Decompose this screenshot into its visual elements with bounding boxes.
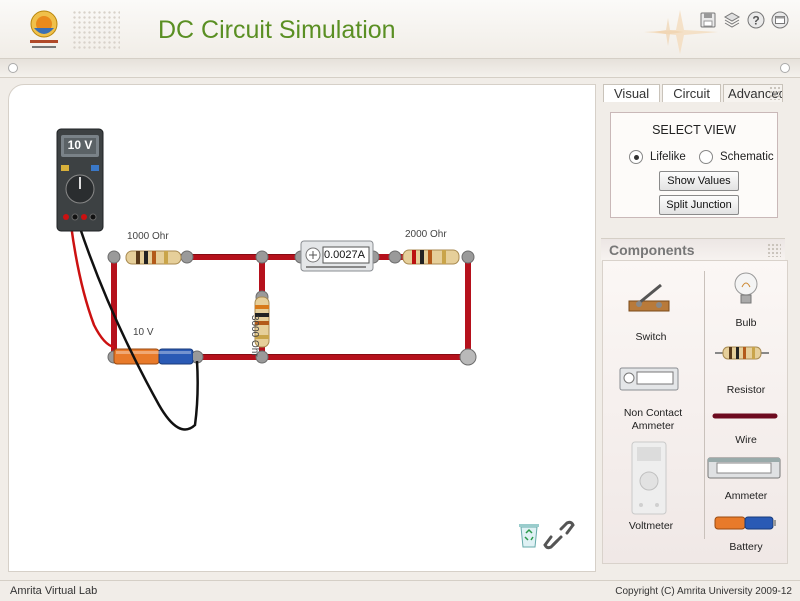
layers-icon[interactable]	[722, 10, 742, 30]
noncontact-ammeter-icon[interactable]	[619, 367, 679, 391]
amrita-logo	[30, 10, 58, 48]
footer-copyright: Copyright (C) Amrita University 2009-12	[615, 586, 792, 597]
voltmeter-icon[interactable]	[631, 441, 667, 515]
window-icon[interactable]	[770, 10, 790, 30]
component-wire-label[interactable]: Wire	[721, 434, 771, 446]
split-junction-button[interactable]: Split Junction	[659, 195, 739, 215]
resistor-2000-label: 2000 Ohr	[405, 229, 447, 240]
radio-lifelike-label: Lifelike	[650, 151, 686, 163]
components-title: Components	[609, 242, 695, 258]
components-grip	[767, 243, 781, 257]
footer-left-text: Amrita Virtual Lab	[10, 585, 98, 597]
save-icon[interactable]	[698, 10, 718, 30]
components-palette: Switch Bulb Resistor Non Contact Ammeter…	[602, 260, 788, 564]
top-strip	[0, 58, 800, 78]
strip-dot-right	[780, 63, 790, 73]
component-resistor-label[interactable]: Resistor	[721, 384, 771, 396]
wires[interactable]	[111, 254, 471, 360]
component-ammeter-label[interactable]: Ammeter	[721, 490, 771, 502]
resistor-1000-label: 1000 Ohr	[127, 231, 169, 242]
multimeter-display: 10 V	[67, 138, 93, 152]
battery-label: 10 V	[133, 327, 154, 338]
ammeter-reading: 0.0027A	[324, 249, 365, 261]
component-noncontact-ammeter-label[interactable]: Non Contact Ammeter	[607, 407, 699, 433]
tab-circuit[interactable]: Circuit	[662, 84, 722, 102]
component-battery-label[interactable]: Battery	[721, 541, 771, 553]
svg-text:?: ?	[752, 14, 759, 28]
resistor-3000-label: 3000 Ohr	[249, 315, 260, 357]
wire-icon[interactable]	[711, 411, 779, 421]
app-header: DC Circuit Simulation ?	[0, 0, 800, 58]
circuit-canvas[interactable]: 10 V 1000 Ohr 2000 Ohr 3000 Ohr 10 V 0.0…	[8, 84, 596, 572]
strip-dot-left	[8, 63, 18, 73]
bulb-icon[interactable]	[731, 271, 761, 305]
link-icon[interactable]	[543, 520, 575, 550]
footer: Amrita Virtual Lab Copyright (C) Amrita …	[0, 580, 800, 601]
header-dot-pattern	[72, 10, 120, 50]
palette-divider	[704, 271, 705, 539]
junction-nodes[interactable]	[107, 250, 477, 366]
circuit-drawing	[56, 128, 575, 550]
component-voltmeter-label[interactable]: Voltmeter	[621, 520, 681, 532]
radio-schematic-label: Schematic	[720, 151, 774, 163]
resistor-1000[interactable]	[125, 250, 182, 265]
radio-lifelike-button[interactable]	[629, 150, 643, 164]
resistor-icon[interactable]	[715, 345, 769, 361]
components-header: Components	[601, 238, 785, 261]
control-panel: Visual Circuit Advanced SELECT VIEW Life…	[601, 84, 788, 570]
tab-visual[interactable]: Visual	[603, 84, 661, 102]
component-bulb-label[interactable]: Bulb	[721, 317, 771, 329]
component-switch-label[interactable]: Switch	[621, 331, 681, 343]
panel-grip	[769, 86, 783, 100]
radio-lifelike[interactable]: Lifelike	[629, 150, 686, 164]
switch-icon[interactable]	[627, 281, 671, 315]
resistor-2000[interactable]	[402, 249, 460, 265]
select-view-box: SELECT VIEW Lifelike Schematic Show Valu…	[610, 112, 778, 218]
battery-icon[interactable]	[713, 515, 777, 531]
select-view-title: SELECT VIEW	[652, 123, 736, 137]
ammeter-icon[interactable]	[707, 457, 781, 479]
page-title: DC Circuit Simulation	[158, 16, 396, 44]
help-icon[interactable]: ?	[746, 10, 766, 30]
show-values-button[interactable]: Show Values	[659, 171, 739, 191]
radio-schematic[interactable]: Schematic	[699, 150, 774, 164]
radio-schematic-button[interactable]	[699, 150, 713, 164]
recycle-bin-icon[interactable]	[519, 524, 539, 548]
battery[interactable]	[113, 348, 197, 365]
